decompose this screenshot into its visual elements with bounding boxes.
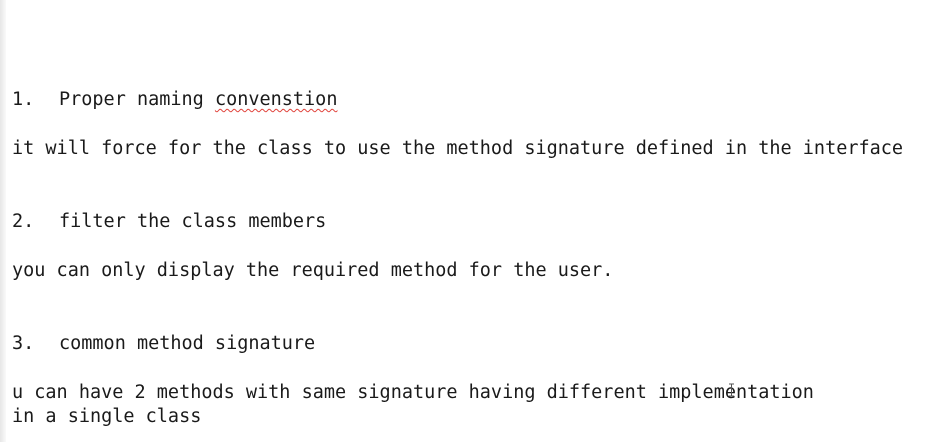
left-edge-shadow [0, 0, 6, 442]
item-2-heading-text: filter the class members [59, 211, 327, 232]
text-cursor-icon [729, 383, 734, 397]
item-3-number: 3. [12, 333, 35, 354]
item-2-heading: 2. filter the class members [12, 210, 326, 234]
document-body[interactable]: 1. Proper naming convenstion it will forc… [12, 0, 952, 442]
item-1-heading: 1. Proper naming convenstion [12, 88, 337, 112]
item-1-body: it will force for the class to use the m… [12, 138, 904, 159]
item-3-heading: 3. common method signature [12, 332, 315, 356]
item-2-body: you can only display the required method… [12, 260, 614, 281]
item-1-heading-text: Proper naming [59, 89, 215, 110]
item-3-heading-text: common method signature [59, 333, 316, 354]
item-2-number: 2. [12, 211, 35, 232]
item-3-body-line-2: in a single class [12, 406, 202, 427]
item-1-misspelled-word[interactable]: convenstion [215, 89, 338, 110]
item-1-number: 1. [12, 89, 35, 110]
item-3-body-line-1: u can have 2 methods with same signature… [12, 382, 814, 403]
